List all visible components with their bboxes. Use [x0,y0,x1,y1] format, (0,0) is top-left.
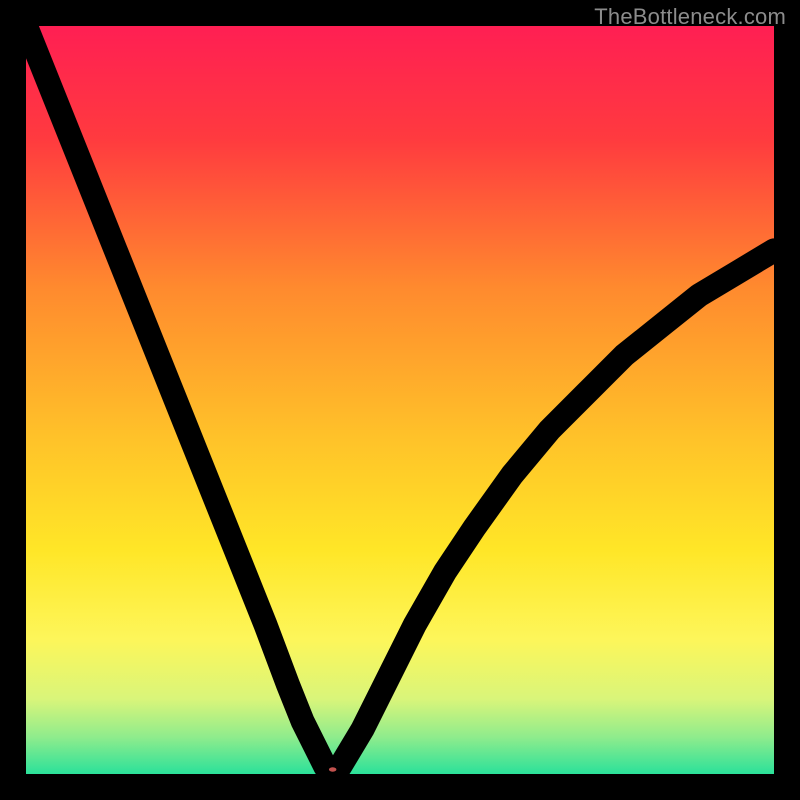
chart-frame: TheBottleneck.com [0,0,800,800]
bottleneck-curve [26,26,774,774]
optimal-point-marker [326,764,339,774]
curve-layer [26,26,774,774]
plot-area [26,26,774,774]
watermark-text: TheBottleneck.com [594,4,786,30]
